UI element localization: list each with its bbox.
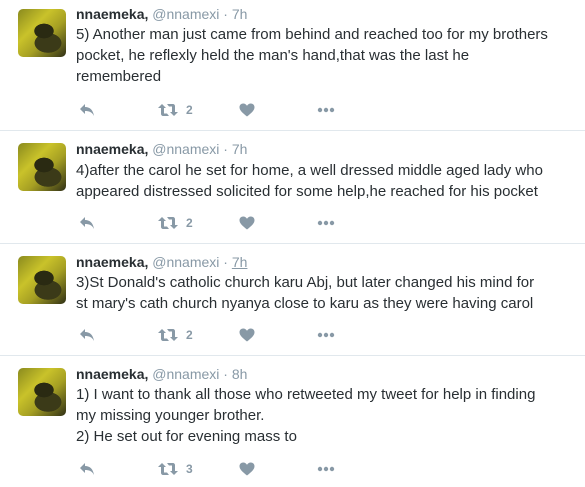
heart-icon <box>239 328 255 342</box>
more-button[interactable] <box>317 459 335 479</box>
reply-icon <box>80 329 94 341</box>
tweet-header: nnaemeka, @nnamexi · 7h <box>76 5 247 23</box>
retweet-count: 2 <box>186 216 193 230</box>
retweet-icon <box>158 463 178 475</box>
author-handle[interactable]: @nnamexi <box>152 6 219 22</box>
tweet-timeline: nnaemeka, @nnamexi · 7h 5) Another man j… <box>0 0 585 487</box>
reply-button[interactable] <box>79 459 95 479</box>
more-button[interactable] <box>317 100 335 120</box>
heart-icon <box>239 462 255 476</box>
retweet-count: 2 <box>186 103 193 117</box>
tweet-text-line: 4)after the carol he set for home, a wel… <box>76 162 543 179</box>
tweet-timestamp[interactable]: 7h <box>232 141 248 157</box>
separator: · <box>223 6 228 22</box>
reply-button[interactable] <box>79 213 95 233</box>
like-button[interactable] <box>239 213 255 233</box>
more-icon <box>317 220 335 226</box>
tweet-header: nnaemeka, @nnamexi · 7h <box>76 140 247 158</box>
avatar[interactable] <box>18 143 66 191</box>
tweet-text-line: 5) Another man just came from behind and… <box>76 26 548 43</box>
tweet-item[interactable]: nnaemeka, @nnamexi · 7h 3)St Donald's ca… <box>0 244 585 356</box>
tweet-header: nnaemeka, @nnamexi · 7h <box>76 253 247 271</box>
tweet-text-line: pocket, he reflexly held the man's hand,… <box>76 47 470 64</box>
author-name[interactable]: nnaemeka, <box>76 6 148 22</box>
retweet-button[interactable]: 3 <box>158 459 193 479</box>
reply-button[interactable] <box>79 325 95 345</box>
tweet-item[interactable]: nnaemeka, @nnamexi · 7h 5) Another man j… <box>0 0 585 131</box>
separator: · <box>223 366 228 382</box>
separator: · <box>223 254 228 270</box>
tweet-text-line: appeared distressed solicited for some h… <box>76 183 538 200</box>
tweet-text: 3)St Donald's catholic church karu Abj, … <box>76 272 581 314</box>
author-handle[interactable]: @nnamexi <box>152 366 219 382</box>
tweet-timestamp[interactable]: 7h <box>232 254 248 270</box>
tweet-item[interactable]: nnaemeka, @nnamexi · 8h 1) I want to tha… <box>0 356 585 487</box>
retweet-icon <box>158 104 178 116</box>
tweet-text-line: 2) He set out for evening mass to <box>76 428 297 445</box>
retweet-count: 3 <box>186 462 193 476</box>
tweet-item[interactable]: nnaemeka, @nnamexi · 7h 4)after the caro… <box>0 131 585 244</box>
reply-button[interactable] <box>79 100 95 120</box>
tweet-text-line: remembered <box>76 68 162 85</box>
like-button[interactable] <box>239 100 255 120</box>
tweet-text: 4)after the carol he set for home, a wel… <box>76 160 581 202</box>
tweet-text-line: 1) I want to thank all those who retweet… <box>76 386 536 403</box>
tweet-timestamp[interactable]: 8h <box>232 366 248 382</box>
like-button[interactable] <box>239 325 255 345</box>
heart-icon <box>239 216 255 230</box>
tweet-text-line: st mary's cath church nyanya close to ka… <box>76 295 534 312</box>
tweet-text-line: 3)St Donald's catholic church karu Abj, … <box>76 274 535 291</box>
separator: · <box>223 141 228 157</box>
heart-icon <box>239 103 255 117</box>
more-icon <box>317 107 335 113</box>
avatar[interactable] <box>18 256 66 304</box>
more-button[interactable] <box>317 213 335 233</box>
like-button[interactable] <box>239 459 255 479</box>
more-icon <box>317 332 335 338</box>
tweet-text: 1) I want to thank all those who retweet… <box>76 384 581 447</box>
tweet-timestamp[interactable]: 7h <box>232 6 248 22</box>
retweet-button[interactable]: 2 <box>158 325 193 345</box>
retweet-count: 2 <box>186 328 193 342</box>
retweet-button[interactable]: 2 <box>158 100 193 120</box>
retweet-icon <box>158 217 178 229</box>
tweet-header: nnaemeka, @nnamexi · 8h <box>76 365 247 383</box>
avatar[interactable] <box>18 368 66 416</box>
avatar[interactable] <box>18 9 66 57</box>
author-handle[interactable]: @nnamexi <box>152 141 219 157</box>
retweet-button[interactable]: 2 <box>158 213 193 233</box>
more-button[interactable] <box>317 325 335 345</box>
reply-icon <box>80 217 94 229</box>
reply-icon <box>80 104 94 116</box>
author-name[interactable]: nnaemeka, <box>76 366 148 382</box>
author-name[interactable]: nnaemeka, <box>76 254 148 270</box>
reply-icon <box>80 463 94 475</box>
author-handle[interactable]: @nnamexi <box>152 254 219 270</box>
author-name[interactable]: nnaemeka, <box>76 141 148 157</box>
more-icon <box>317 466 335 472</box>
retweet-icon <box>158 329 178 341</box>
tweet-text-line: my missing younger brother. <box>76 407 265 424</box>
tweet-text: 5) Another man just came from behind and… <box>76 24 581 87</box>
